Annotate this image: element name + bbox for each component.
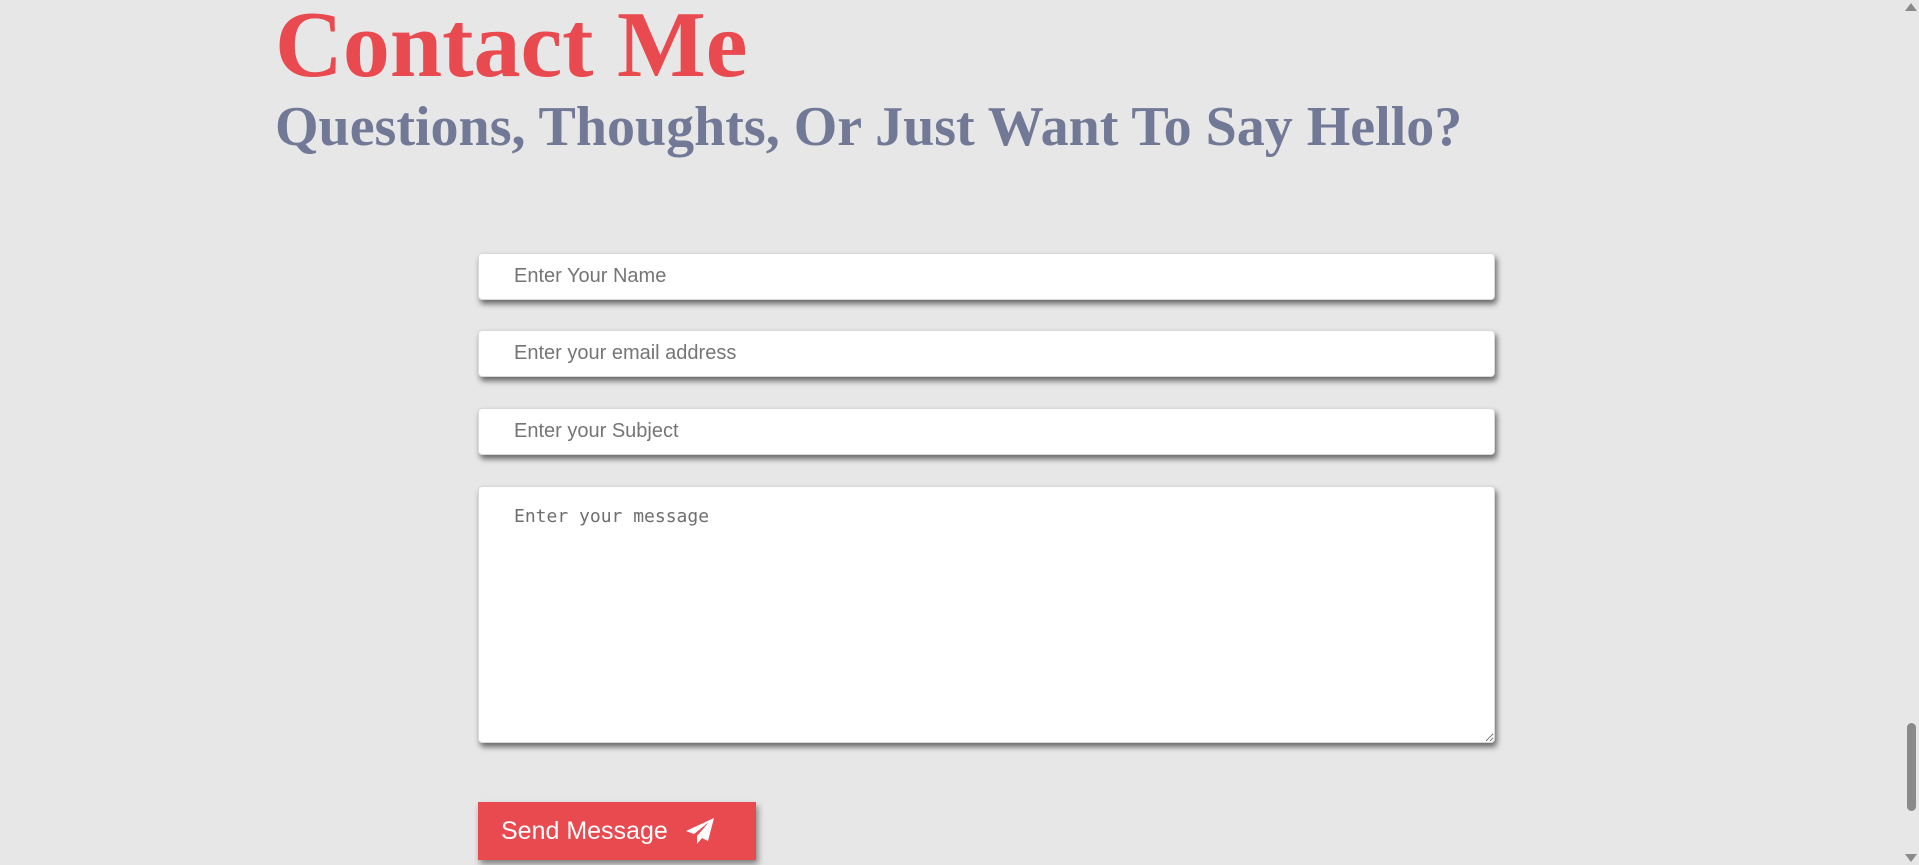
send-message-button[interactable]: Send Message — [478, 802, 756, 860]
name-input[interactable] — [478, 253, 1495, 300]
message-textarea[interactable] — [478, 486, 1495, 743]
scroll-up-arrow-icon[interactable] — [1905, 3, 1917, 11]
subject-input[interactable] — [478, 408, 1495, 455]
contact-page: Contact Me Questions, Thoughts, Or Just … — [0, 0, 1919, 865]
scroll-down-arrow-icon[interactable] — [1905, 854, 1917, 862]
page-subtitle: Questions, Thoughts, Or Just Want To Say… — [275, 96, 1463, 158]
page-title: Contact Me — [275, 0, 748, 97]
scrollbar-thumb[interactable] — [1907, 723, 1916, 811]
email-input[interactable] — [478, 330, 1495, 377]
send-message-label: Send Message — [501, 816, 668, 845]
vertical-scrollbar[interactable] — [1902, 0, 1919, 865]
paper-plane-icon — [685, 817, 715, 845]
